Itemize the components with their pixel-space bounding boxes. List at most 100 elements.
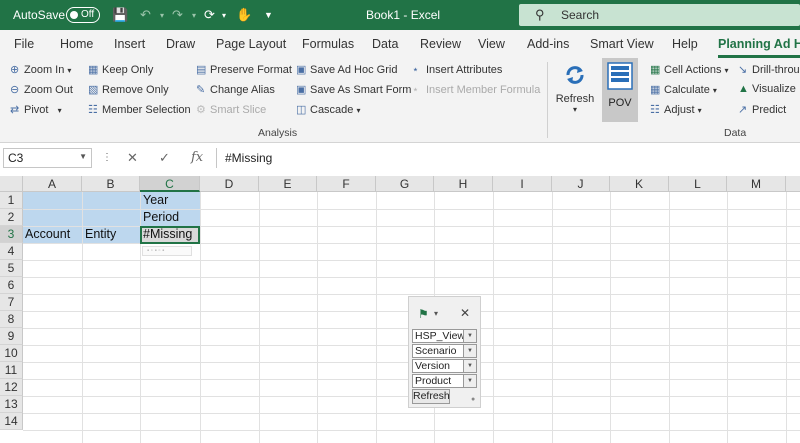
pov-panel-header: ⚑ ▾ ✕ [409, 297, 480, 329]
tab-draw[interactable]: Draw [166, 37, 195, 51]
tab-add-ins[interactable]: Add-ins [527, 37, 569, 51]
zoom-in-button[interactable]: ⊕ Zoom In ▾ [10, 63, 71, 76]
undo-icon[interactable]: ↶ [140, 7, 151, 23]
column-header-k[interactable]: K [610, 176, 669, 192]
row-header-13[interactable]: 13 [0, 396, 23, 413]
row-header-12[interactable]: 12 [0, 379, 23, 396]
resize-grip-icon[interactable]: ● [471, 396, 475, 403]
drill-through-button[interactable]: ↘ Drill-throu [738, 63, 800, 76]
column-header-l[interactable]: L [669, 176, 727, 192]
pov-refresh-button[interactable]: Refresh [412, 389, 450, 404]
insert-member-formula-button[interactable]: ⋆ Insert Member Formula [412, 83, 540, 96]
row-header-3[interactable]: 3 [0, 226, 23, 243]
cell-c3[interactable]: #Missing [141, 226, 192, 243]
chevron-down-icon[interactable]: ▼ [463, 345, 476, 357]
row-header-10[interactable]: 10 [0, 345, 23, 362]
undo-dropdown-icon[interactable]: ▾ [160, 11, 164, 20]
pov-button[interactable]: POV [602, 58, 638, 122]
refresh-quick-icon[interactable]: ⟳ [204, 7, 215, 23]
tab-help[interactable]: Help [672, 37, 698, 51]
search-box[interactable]: ⚲ Search [519, 4, 800, 26]
column-header-c[interactable]: C [140, 176, 200, 192]
cell-actions-button[interactable]: ▦ Cell Actions ▾ [650, 63, 729, 76]
keep-only-button[interactable]: ▦ Keep Only [88, 63, 153, 76]
insert-attributes-button[interactable]: ⋆ Insert Attributes [412, 63, 502, 76]
change-alias-button[interactable]: ✎ Change Alias [196, 83, 275, 96]
refresh-quick-dropdown-icon[interactable]: ▾ [222, 11, 226, 20]
gridline [376, 192, 377, 443]
cascade-button[interactable]: ◫ Cascade ▾ [296, 103, 361, 116]
pov-menu-dropdown-icon[interactable]: ▾ [434, 309, 438, 318]
row-header-5[interactable]: 5 [0, 260, 23, 277]
column-header-i[interactable]: I [493, 176, 552, 192]
row-header-8[interactable]: 8 [0, 311, 23, 328]
cell-c1[interactable]: Year [141, 192, 168, 209]
save-ad-hoc-grid-button[interactable]: ▣ Save Ad Hoc Grid [296, 63, 397, 76]
pivot-button[interactable]: ⇄ Pivot ▾ [10, 103, 62, 116]
close-icon[interactable]: ✕ [460, 306, 470, 320]
column-header-b[interactable]: B [82, 176, 140, 192]
refresh-button[interactable]: Refresh ▾ [555, 60, 595, 114]
calculate-button[interactable]: ▦ Calculate ▾ [650, 83, 717, 96]
formula-input[interactable]: #Missing [216, 148, 800, 168]
select-all-corner[interactable] [0, 176, 23, 192]
chevron-down-icon[interactable]: ▼ [463, 330, 476, 342]
cell-b3[interactable]: Entity [83, 226, 116, 243]
tab-file[interactable]: File [14, 37, 34, 51]
preserve-format-button[interactable]: ▤ Preserve Format [196, 63, 292, 76]
pov-member-hsp-view[interactable]: HSP_View ▼ [412, 329, 477, 343]
touch-mode-icon[interactable]: ✋ [236, 7, 252, 23]
chevron-down-icon[interactable]: ▼ [463, 360, 476, 372]
predict-button[interactable]: ↗ Predict [738, 103, 786, 116]
row-header-9[interactable]: 9 [0, 328, 23, 345]
adjust-button[interactable]: ☷ Adjust ▾ [650, 103, 702, 116]
row-header-14[interactable]: 14 [0, 413, 23, 430]
column-header-a[interactable]: A [23, 176, 82, 192]
row-header-2[interactable]: 2 [0, 209, 23, 226]
remove-only-button[interactable]: ▧ Remove Only [88, 83, 169, 96]
chevron-down-icon[interactable]: ▼ [463, 375, 476, 387]
row-header-11[interactable]: 11 [0, 362, 23, 379]
confirm-entry-icon[interactable]: ✓ [159, 150, 170, 166]
tab-home[interactable]: Home [60, 37, 93, 51]
tab-planning-ad-hoc[interactable]: Planning Ad Ho [718, 37, 800, 51]
cell-a3[interactable]: Account [23, 226, 70, 243]
name-box[interactable]: C3 ▼ [3, 148, 92, 168]
redo-icon[interactable]: ↷ [172, 7, 183, 23]
pov-member-scenario[interactable]: Scenario ▼ [412, 344, 477, 358]
tab-view[interactable]: View [478, 37, 505, 51]
redo-dropdown-icon[interactable]: ▾ [192, 11, 196, 20]
row-header-6[interactable]: 6 [0, 277, 23, 294]
row-header-4[interactable]: 4 [0, 243, 23, 260]
column-header-f[interactable]: F [317, 176, 376, 192]
smart-slice-button[interactable]: ⚙ Smart Slice [196, 103, 266, 116]
column-header-h[interactable]: H [434, 176, 493, 192]
autosave-toggle[interactable]: Off [66, 7, 100, 23]
visualize-icon: ▲ [738, 83, 749, 95]
tab-smart-view[interactable]: Smart View [590, 37, 654, 51]
tab-insert[interactable]: Insert [114, 37, 145, 51]
column-header-j[interactable]: J [552, 176, 610, 192]
tab-review[interactable]: Review [420, 37, 461, 51]
pov-member-product[interactable]: Product ▼ [412, 374, 477, 388]
tab-page-layout[interactable]: Page Layout [216, 37, 286, 51]
tab-data[interactable]: Data [372, 37, 398, 51]
zoom-out-button[interactable]: ⊖ Zoom Out [10, 83, 73, 96]
tab-formulas[interactable]: Formulas [302, 37, 354, 51]
cell-c2[interactable]: Period [141, 209, 179, 226]
pov-flag-icon[interactable]: ⚑ [418, 307, 429, 321]
column-header-g[interactable]: G [376, 176, 434, 192]
row-header-1[interactable]: 1 [0, 192, 23, 209]
row-header-7[interactable]: 7 [0, 294, 23, 311]
cancel-entry-icon[interactable]: ✕ [127, 150, 138, 166]
customize-toolbar-icon[interactable]: ▼ [264, 10, 273, 20]
pov-member-version[interactable]: Version ▼ [412, 359, 477, 373]
insert-function-icon[interactable]: fx [191, 150, 203, 165]
column-header-e[interactable]: E [259, 176, 317, 192]
save-as-smart-form-button[interactable]: ▣ Save As Smart Form [296, 83, 411, 96]
column-header-m[interactable]: M [727, 176, 786, 192]
save-icon[interactable]: 💾 [112, 7, 128, 23]
visualize-button[interactable]: ▲ Visualize [738, 83, 796, 95]
column-header-d[interactable]: D [200, 176, 259, 192]
member-selection-button[interactable]: ☷ Member Selection [88, 103, 191, 116]
